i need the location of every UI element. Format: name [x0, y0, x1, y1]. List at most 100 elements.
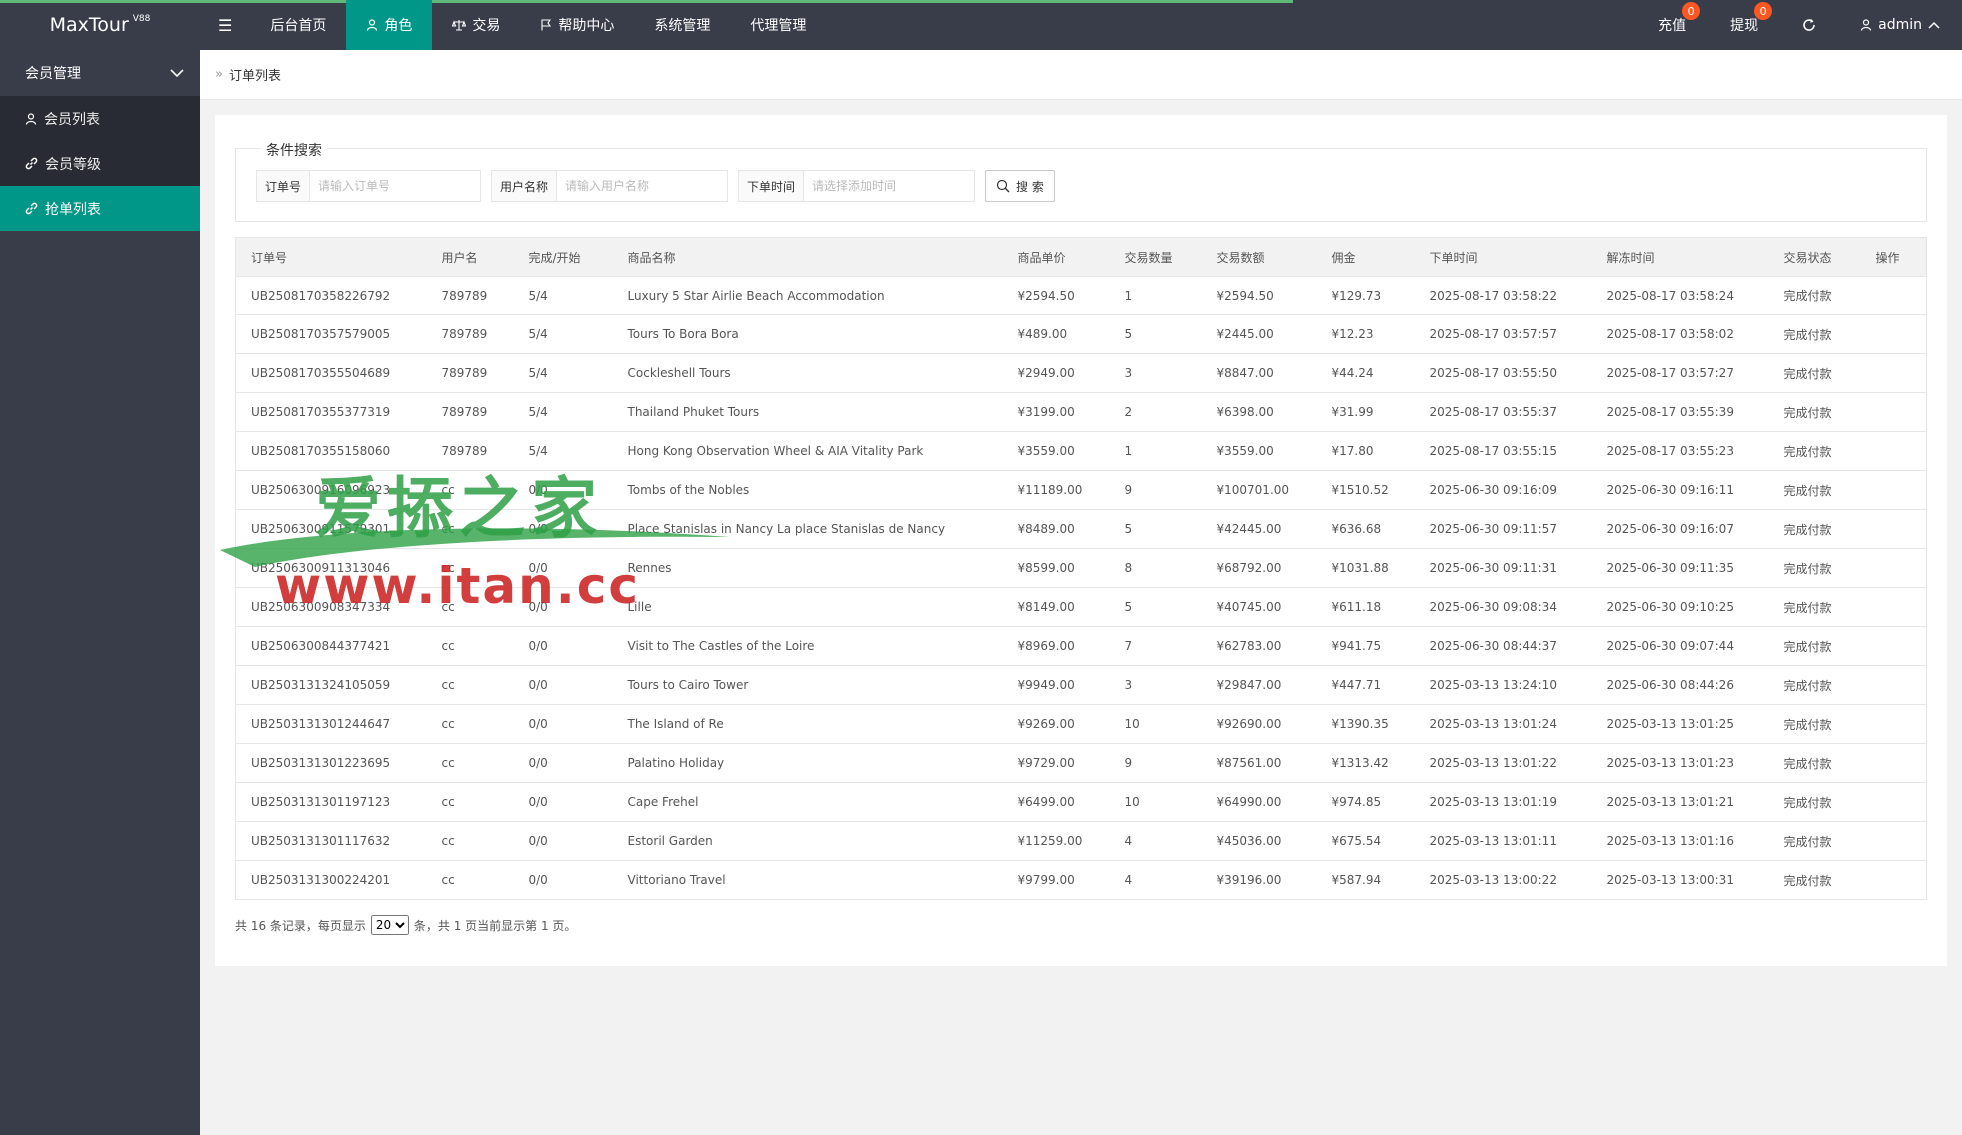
table-cell: ¥129.73	[1316, 276, 1415, 315]
nav-item-system[interactable]: 系统管理	[634, 0, 730, 50]
table-row: UB2503131300224201 cc 0/0 Vittoriano Travel…	[235, 860, 1927, 900]
table-cell: cc	[426, 587, 514, 627]
table-cell: 2025-08-17 03:55:37	[1414, 392, 1592, 432]
table-cell: Tours To Bora Bora	[612, 314, 1003, 354]
table-cell	[1860, 743, 1927, 783]
withdraw-label: 提现	[1730, 18, 1759, 34]
table-cell: ¥62783.00	[1201, 626, 1317, 666]
nav-item-trade[interactable]: 交易	[432, 0, 520, 50]
order-number-input[interactable]	[310, 171, 481, 201]
sidebar: 会员管理 会员列表 会员等级 抢单列表	[0, 50, 200, 1135]
user-icon	[1861, 19, 1872, 31]
table-cell: 10	[1109, 704, 1202, 744]
refresh-button[interactable]	[1780, 0, 1838, 50]
table-cell: 5	[1109, 314, 1202, 354]
nav-item-agent[interactable]: 代理管理	[730, 0, 826, 50]
nav-label: 交易	[472, 18, 501, 34]
table-cell: ¥3559.00	[1002, 431, 1110, 471]
table-cell: 完成付款	[1768, 314, 1861, 354]
table-cell: 2025-03-13 13:01:24	[1414, 704, 1592, 744]
table-cell	[1860, 276, 1927, 315]
table-cell: ¥587.94	[1316, 860, 1415, 900]
table-cell: cc	[426, 821, 514, 861]
table-row: UB2506300911579301 cc 0/0 Place Stanislas i…	[235, 509, 1927, 549]
table-cell: ¥64990.00	[1201, 782, 1317, 822]
table-cell: 完成付款	[1768, 626, 1861, 666]
username-input[interactable]	[557, 171, 728, 201]
sidebar-item-member-list[interactable]: 会员列表	[0, 96, 200, 141]
table-cell: ¥6398.00	[1201, 392, 1317, 432]
col-header: 交易状态	[1768, 237, 1861, 277]
chevron-up-icon	[1928, 21, 1940, 29]
table-cell: Rennes	[612, 548, 1003, 588]
page-size-select[interactable]: 20	[370, 915, 409, 935]
table-cell: UB2503131301244647	[235, 704, 427, 744]
table-cell: Estoril Garden	[612, 821, 1003, 861]
table-cell: ¥2594.50	[1002, 276, 1110, 315]
search-button[interactable]: 搜 索	[985, 170, 1055, 202]
table-cell: 完成付款	[1768, 548, 1861, 588]
nav-item-help[interactable]: 帮助中心	[520, 0, 634, 50]
link-icon	[25, 157, 38, 170]
table-cell: 7	[1109, 626, 1202, 666]
nav-label: 角色	[384, 18, 413, 34]
table-cell: 0/0	[513, 860, 613, 900]
table-cell: Vittoriano Travel	[612, 860, 1003, 900]
table-cell: ¥8599.00	[1002, 548, 1110, 588]
table-cell: Luxury 5 Star Airlie Beach Accommodation	[612, 276, 1003, 315]
logo-version: V88	[132, 14, 151, 24]
table-cell: UB2506300916096923	[235, 470, 427, 510]
table-cell: 0/0	[513, 782, 613, 822]
app-logo[interactable]: MaxTour V88	[0, 0, 200, 50]
table-cell: UB2508170355377319	[235, 392, 427, 432]
table-cell: UB2503131301117632	[235, 821, 427, 861]
top-right-nav: 充值 0 提现 0 admin	[1636, 0, 1962, 50]
table-cell: 完成付款	[1768, 470, 1861, 510]
table-cell: 完成付款	[1768, 821, 1861, 861]
table-cell: 5	[1109, 587, 1202, 627]
user-menu[interactable]: admin	[1838, 0, 1962, 50]
table-cell: 2025-08-17 03:58:22	[1414, 276, 1592, 315]
pagination: 共 16 条记录，每页显示 20 条，共 1 页当前显示第 1 页。	[235, 915, 576, 935]
sidebar-item-order-grab-list[interactable]: 抢单列表	[0, 186, 200, 231]
table-cell: 2025-03-13 13:01:21	[1591, 782, 1769, 822]
table-cell: ¥1510.52	[1316, 470, 1415, 510]
table-cell: Tours to Cairo Tower	[612, 665, 1003, 705]
table-cell: ¥3559.00	[1201, 431, 1317, 471]
recharge-link[interactable]: 充值 0	[1636, 0, 1708, 50]
table-cell: 5/4	[513, 392, 613, 432]
menu-toggle-button[interactable]: ☰	[200, 0, 250, 50]
table-cell: 789789	[426, 431, 514, 471]
table-cell: cc	[426, 665, 514, 705]
table-cell: UB2503131324105059	[235, 665, 427, 705]
search-legend: 条件搜索	[261, 140, 327, 160]
table-cell: cc	[426, 548, 514, 588]
table-cell: ¥1031.88	[1316, 548, 1415, 588]
table-cell: 0/0	[513, 509, 613, 549]
user-name: admin	[1878, 17, 1922, 33]
sidebar-group-member[interactable]: 会员管理	[0, 50, 200, 96]
table-cell: 0/0	[513, 743, 613, 783]
nav-item-role[interactable]: 角色	[346, 0, 433, 50]
orders-table-body: UB2508170358226792 789789 5/4 Luxury 5 Star…	[235, 276, 1927, 900]
order-time-field: 下单时间	[738, 170, 976, 202]
table-cell: ¥31.99	[1316, 392, 1415, 432]
table-cell: ¥17.80	[1316, 431, 1415, 471]
logo-text: MaxTour	[49, 14, 129, 36]
table-cell: cc	[426, 509, 514, 549]
sidebar-item-member-level[interactable]: 会员等级	[0, 141, 200, 186]
table-cell: Tombs of the Nobles	[612, 470, 1003, 510]
table-cell: 2025-08-17 03:55:23	[1591, 431, 1769, 471]
withdraw-link[interactable]: 提现 0	[1708, 0, 1780, 50]
table-cell: ¥92690.00	[1201, 704, 1317, 744]
nav-item-home[interactable]: 后台首页	[250, 0, 346, 50]
breadcrumb: » 订单列表	[200, 50, 1962, 100]
table-row: UB2503131301244647 cc 0/0 The Island of Re ¥…	[235, 704, 1927, 744]
table-cell: 2025-03-13 13:24:10	[1414, 665, 1592, 705]
order-time-input[interactable]	[804, 171, 975, 201]
table-cell: 0/0	[513, 704, 613, 744]
table-cell: 5/4	[513, 431, 613, 471]
table-cell: 4	[1109, 821, 1202, 861]
user-icon	[25, 112, 37, 125]
table-cell: ¥11189.00	[1002, 470, 1110, 510]
